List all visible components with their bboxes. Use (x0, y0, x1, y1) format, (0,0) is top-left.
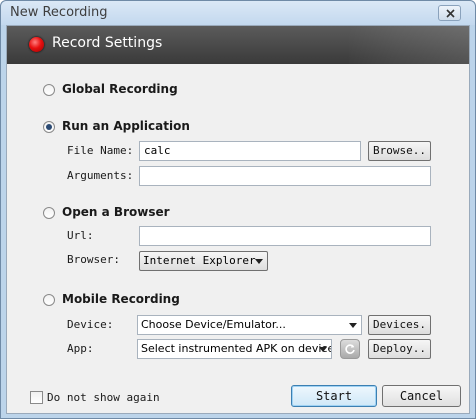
arguments-input[interactable] (139, 166, 431, 186)
window-title: New Recording (10, 5, 108, 20)
dialog-client-area: Record Settings Global Recording Run an … (6, 25, 470, 414)
browser-label: Browser: (67, 253, 120, 266)
refresh-button[interactable] (340, 339, 360, 359)
open-browser-radio[interactable] (43, 207, 55, 219)
global-recording-radio[interactable] (43, 84, 55, 96)
mobile-recording-radio[interactable] (43, 294, 55, 306)
cancel-button[interactable]: Cancel (382, 385, 461, 407)
do-not-show-label[interactable]: Do not show again (47, 391, 160, 404)
url-input[interactable] (139, 226, 431, 246)
arguments-label: Arguments: (67, 169, 134, 182)
run-application-label[interactable]: Run an Application (62, 119, 190, 133)
do-not-show-checkbox[interactable] (30, 391, 43, 404)
global-recording-label[interactable]: Global Recording (62, 82, 178, 96)
app-select[interactable]: Select instrumented APK on device... (137, 339, 332, 359)
run-application-radio[interactable] (43, 121, 55, 133)
new-recording-window: New Recording Record Settings Global Rec… (0, 0, 476, 419)
start-button[interactable]: Start (291, 385, 377, 407)
device-select-value: Choose Device/Emulator... (141, 318, 286, 331)
chevron-down-icon (255, 259, 263, 264)
browser-select-value: Internet Explorer (143, 254, 256, 267)
chevron-down-icon (319, 347, 327, 352)
app-select-value: Select instrumented APK on device... (141, 342, 332, 355)
url-label: Url: (67, 229, 94, 242)
mobile-recording-label[interactable]: Mobile Recording (62, 292, 180, 306)
header-title: Record Settings (52, 35, 163, 51)
close-icon (446, 9, 455, 18)
device-label: Device: (67, 318, 114, 331)
open-browser-label[interactable]: Open a Browser (62, 205, 170, 219)
deploy-button[interactable]: Deploy.. (368, 339, 431, 359)
title-bar: New Recording (1, 1, 475, 25)
device-select[interactable]: Choose Device/Emulator... (137, 315, 362, 335)
record-dot-icon (29, 37, 44, 52)
browser-select[interactable]: Internet Explorer (139, 251, 268, 271)
file-name-input[interactable]: calc (139, 141, 361, 161)
refresh-icon (345, 344, 355, 354)
file-name-label: File Name: (67, 144, 134, 157)
close-button[interactable] (438, 5, 461, 21)
header-band: Record Settings (7, 26, 469, 64)
app-label: App: (67, 342, 94, 355)
chevron-down-icon (349, 323, 357, 328)
browse-button[interactable]: Browse.. (368, 141, 431, 161)
devices-button[interactable]: Devices. (368, 315, 431, 335)
